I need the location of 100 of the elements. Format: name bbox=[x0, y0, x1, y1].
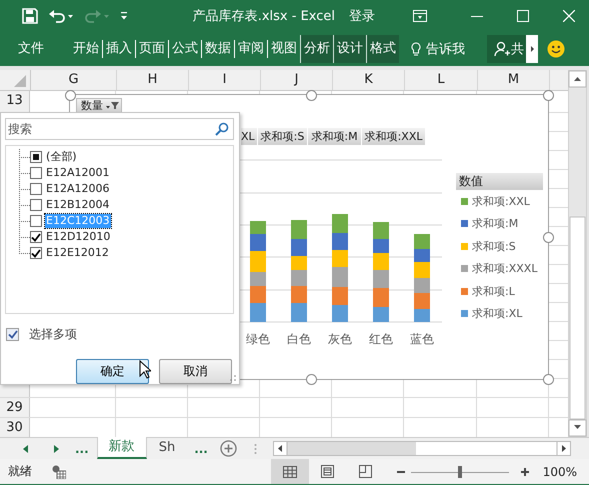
value-field-button[interactable]: 求和项:XXL bbox=[362, 128, 426, 145]
column-header[interactable]: H bbox=[117, 70, 189, 90]
ribbon-tab[interactable]: 审阅 bbox=[234, 40, 267, 58]
bar-segment bbox=[291, 220, 307, 239]
bar-segment bbox=[332, 233, 348, 250]
bar-segment bbox=[332, 287, 348, 305]
bar-segment bbox=[414, 234, 430, 249]
category-label: 红色 bbox=[369, 332, 393, 346]
ribbon-tab[interactable]: 页面 bbox=[135, 40, 168, 58]
bar-segment bbox=[373, 270, 389, 288]
share-button[interactable]: 共 bbox=[487, 35, 526, 63]
save-icon[interactable] bbox=[22, 8, 38, 24]
row-header[interactable]: 13 bbox=[0, 91, 30, 112]
resize-handle[interactable] bbox=[543, 374, 554, 385]
bar-segment bbox=[373, 222, 389, 239]
vertical-scrollbar[interactable] bbox=[568, 70, 587, 437]
horizontal-scrollbar[interactable] bbox=[272, 441, 571, 456]
customize-caret-icon[interactable] bbox=[120, 11, 128, 21]
search-field[interactable]: 搜索 bbox=[5, 118, 234, 140]
ribbon-tab[interactable]: 格式 bbox=[366, 35, 399, 63]
category-label: 白色 bbox=[287, 332, 311, 346]
search-icon[interactable] bbox=[215, 122, 229, 136]
mouse-pointer-icon bbox=[139, 360, 151, 379]
zoom-in-button[interactable] bbox=[520, 468, 529, 476]
checkbox[interactable] bbox=[30, 231, 42, 243]
checkbox[interactable] bbox=[30, 215, 42, 227]
sheet-tab[interactable]: 新款 bbox=[96, 437, 147, 459]
bar-segment bbox=[373, 288, 389, 307]
more-sheets-link[interactable]: ... bbox=[194, 442, 208, 456]
checkbox[interactable] bbox=[30, 151, 42, 163]
next-sheet-icon[interactable] bbox=[52, 444, 60, 454]
bar-segment bbox=[414, 309, 430, 322]
previous-sheet-icon[interactable] bbox=[22, 444, 30, 454]
page-break-icon[interactable] bbox=[359, 465, 372, 478]
window-title: 产品库存表.xlsx - Excel bbox=[192, 8, 336, 25]
column-header[interactable]: I bbox=[189, 70, 261, 90]
column-header[interactable]: M bbox=[478, 70, 550, 90]
column-header[interactable]: K bbox=[333, 70, 405, 90]
smiley-icon[interactable] bbox=[547, 40, 565, 58]
sheet-tab[interactable]: Sh bbox=[146, 438, 180, 460]
ribbon-tab[interactable]: 文件 bbox=[8, 32, 52, 66]
tell-me-field[interactable]: 告诉我 bbox=[426, 40, 465, 58]
ribbon-tab[interactable]: 设计 bbox=[333, 35, 366, 63]
more-sheets-link[interactable]: ... bbox=[75, 442, 89, 456]
filter-button-label[interactable]: 数量 bbox=[81, 98, 103, 113]
bar-segment bbox=[250, 221, 266, 234]
bar-segment bbox=[414, 278, 430, 293]
normal-view-button[interactable] bbox=[270, 459, 309, 484]
checkbox[interactable] bbox=[30, 183, 42, 195]
close-icon[interactable] bbox=[563, 10, 575, 22]
checkbox[interactable] bbox=[6, 328, 19, 341]
category-label: 蓝色 bbox=[410, 332, 434, 346]
legend-label: 求和项:S bbox=[472, 238, 516, 254]
resize-grip-icon[interactable] bbox=[230, 375, 236, 381]
macro-record-icon[interactable] bbox=[52, 464, 66, 478]
bar-segment bbox=[291, 303, 307, 322]
checkbox[interactable] bbox=[30, 199, 42, 211]
column-header[interactable]: J bbox=[261, 70, 333, 90]
add-sheet-icon[interactable] bbox=[220, 440, 237, 457]
ribbon-tab[interactable]: 开始 bbox=[70, 32, 102, 66]
sign-in-link[interactable]: 登录 bbox=[349, 7, 375, 25]
bar-segment bbox=[250, 303, 266, 322]
checkbox[interactable] bbox=[30, 167, 42, 179]
legend-label: 求和项:L bbox=[472, 284, 515, 299]
ok-button[interactable]: 确定 bbox=[76, 359, 149, 384]
page-icon[interactable] bbox=[321, 465, 334, 478]
bar-segment bbox=[373, 253, 389, 270]
bar-segment bbox=[250, 234, 266, 251]
category-label: 灰色 bbox=[328, 332, 352, 346]
ribbon-tab[interactable]: 分析 bbox=[300, 35, 333, 63]
lightbulb-icon[interactable] bbox=[411, 42, 421, 56]
grid-icon[interactable] bbox=[282, 466, 297, 478]
zoom-slider-thumb[interactable] bbox=[458, 466, 462, 478]
filter-field-button[interactable]: 数量 bbox=[76, 98, 122, 113]
bar-segment bbox=[332, 214, 348, 233]
row-header[interactable]: 30 bbox=[0, 418, 30, 437]
ribbon-tab[interactable]: 插入 bbox=[102, 40, 135, 58]
ribbon-display-icon[interactable] bbox=[413, 10, 427, 22]
value-field-button[interactable]: XL bbox=[241, 128, 257, 145]
value-field-button[interactable]: 求和项:S bbox=[258, 128, 308, 145]
column-header[interactable]: G bbox=[31, 70, 117, 90]
maximize-icon[interactable] bbox=[517, 10, 529, 22]
legend-label: 求和项:XL bbox=[472, 306, 522, 322]
undo-icon[interactable] bbox=[48, 8, 74, 24]
zoom-slider[interactable] bbox=[410, 464, 509, 478]
resize-handle[interactable] bbox=[543, 232, 554, 243]
person-add-icon[interactable] bbox=[494, 41, 510, 57]
zoom-level-text[interactable]: 100% bbox=[542, 464, 577, 478]
resize-handle[interactable] bbox=[306, 90, 317, 101]
ribbon-tab[interactable]: 公式 bbox=[168, 40, 201, 58]
filter-icon[interactable] bbox=[105, 101, 119, 110]
value-field-button[interactable]: 求和项:M bbox=[308, 128, 361, 145]
ribbon-tab[interactable]: 数据 bbox=[201, 40, 234, 58]
bar-segment bbox=[291, 286, 307, 303]
row-header[interactable]: 29 bbox=[0, 398, 30, 417]
column-header[interactable]: L bbox=[405, 70, 478, 90]
checkbox[interactable] bbox=[30, 247, 42, 259]
resize-handle[interactable] bbox=[306, 374, 317, 385]
legend-title-button[interactable]: 数值 bbox=[456, 173, 543, 190]
cancel-button[interactable]: 取消 bbox=[159, 359, 232, 384]
